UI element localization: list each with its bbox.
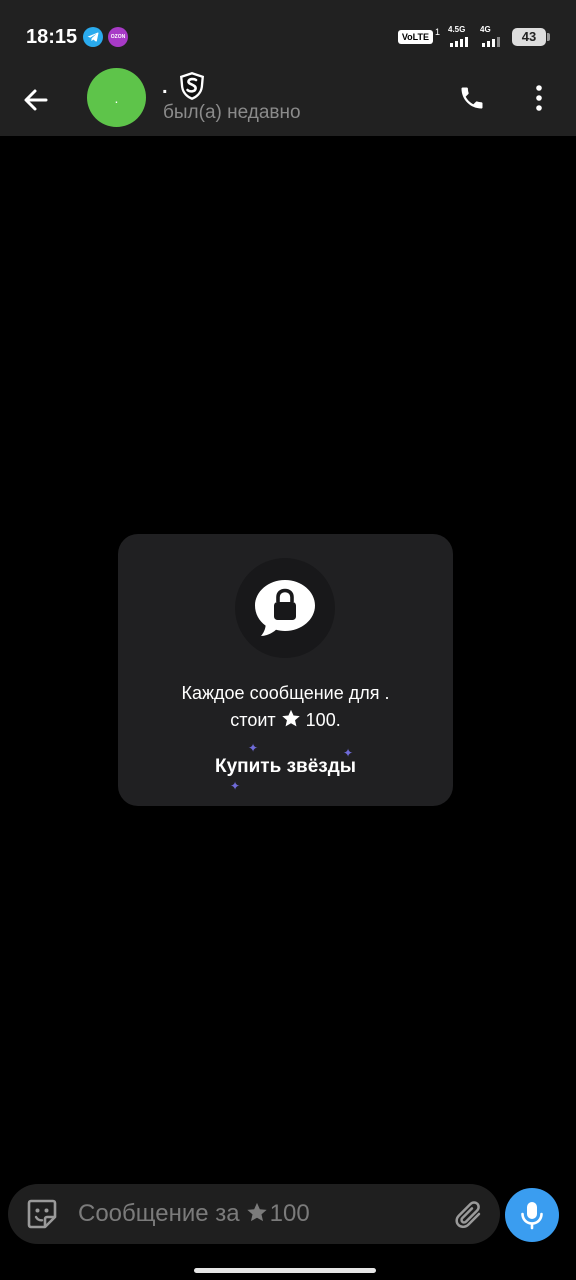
sim-index: 1	[434, 27, 440, 37]
shield-s-emoji-status-icon[interactable]	[176, 70, 208, 102]
avatar[interactable]: .	[87, 68, 146, 127]
ozon-notification-icon: OZON	[108, 27, 128, 47]
message-input-bar: Сообщение за 100	[8, 1184, 500, 1244]
buy-stars-button[interactable]: Купить звёзды	[198, 748, 373, 786]
volte-badge: VoLTE	[397, 30, 433, 44]
back-button[interactable]	[14, 78, 58, 122]
telegram-notification-icon	[83, 27, 103, 47]
system-indicators: VoLTE 1 4.5G 4G 43	[397, 25, 550, 47]
paid-message-description: Каждое сообщение для . стоит 100.	[118, 680, 453, 734]
price-prefix: стоит	[230, 710, 276, 730]
paid-messages-card: Каждое сообщение для . стоит 100. ✦ ✦ ✦ …	[118, 534, 453, 806]
more-options-button[interactable]	[521, 78, 557, 118]
avatar-initial: .	[114, 89, 119, 106]
phone-icon	[461, 87, 483, 109]
sticker-icon	[27, 1199, 57, 1229]
paperclip-icon	[455, 1201, 481, 1229]
signal-icon: 4.5G	[448, 25, 472, 47]
attach-button[interactable]	[450, 1196, 488, 1234]
signal-icon-2: 4G	[480, 25, 504, 47]
contact-name[interactable]: .	[162, 76, 168, 99]
placeholder-text: Сообщение за	[78, 1200, 240, 1227]
paid-message-line-1: Каждое сообщение для .	[181, 683, 390, 703]
lock-bubble-icon	[235, 558, 335, 658]
sticker-button[interactable]	[24, 1196, 60, 1232]
placeholder-price: 100	[269, 1200, 310, 1227]
last-seen-status: был(а) недавно	[163, 102, 301, 123]
chat-header: . . был(а) недавно	[0, 68, 576, 136]
star-icon	[281, 709, 300, 727]
call-button[interactable]	[452, 78, 492, 118]
paid-message-line-2: стоит 100.	[118, 707, 453, 734]
message-input[interactable]: Сообщение за 100	[78, 1200, 310, 1228]
status-bar: 18:15 OZON VoLTE 1 4.5G 4G 43	[0, 0, 576, 70]
clock: 18:15	[26, 26, 78, 48]
home-indicator[interactable]	[194, 1268, 376, 1273]
voice-record-button[interactable]	[505, 1188, 559, 1242]
microphone-icon	[521, 1202, 543, 1230]
battery-icon: 43	[512, 28, 550, 46]
more-vertical-icon	[536, 85, 542, 111]
star-icon	[246, 1202, 267, 1222]
back-arrow-icon	[24, 89, 48, 111]
price-value: 100.	[305, 710, 341, 730]
